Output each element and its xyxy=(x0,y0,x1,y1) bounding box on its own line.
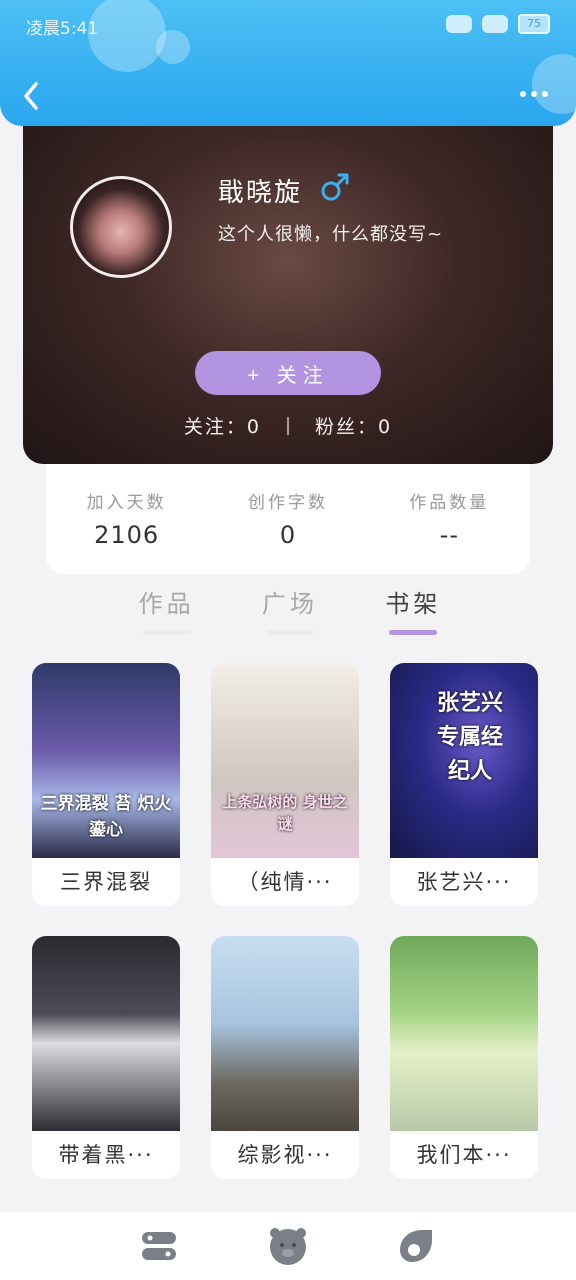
profile-name: 戢晓旋 xyxy=(218,178,303,208)
book-card[interactable]: 带着黑··· xyxy=(32,936,180,1179)
book-title: 张艺兴··· xyxy=(416,870,512,894)
header: 凌晨5:41 75 xyxy=(0,0,576,126)
fans-count[interactable]: 粉丝：0 xyxy=(315,412,392,439)
book-title: 综影视··· xyxy=(237,1143,333,1167)
nav-home[interactable] xyxy=(138,1224,182,1268)
decor-bubble xyxy=(156,30,190,64)
male-icon xyxy=(321,173,349,201)
bottom-nav xyxy=(0,1212,576,1280)
book-card[interactable]: 三界混裂 苔 炽火鎏心 三界混裂 xyxy=(32,663,180,906)
info-value: -- xyxy=(439,521,459,549)
book-cover: 张艺兴 专属经纪人 xyxy=(390,663,538,858)
follow-stats: 关注：0 粉丝：0 xyxy=(23,412,553,439)
divider xyxy=(287,416,289,435)
dot-icon xyxy=(542,91,548,97)
tab-bookshelf[interactable]: 书架 xyxy=(352,584,475,640)
info-label: 作品数量 xyxy=(409,493,490,513)
nav-bear[interactable] xyxy=(266,1224,310,1268)
follow-button[interactable]: + 关注 xyxy=(195,351,381,395)
info-label: 创作字数 xyxy=(247,493,328,513)
book-title: 我们本··· xyxy=(416,1143,512,1167)
back-button[interactable] xyxy=(20,80,44,112)
status-icons: 75 xyxy=(446,14,550,34)
info-value: 2106 xyxy=(94,521,160,549)
book-card[interactable]: 综影视··· xyxy=(211,936,359,1179)
wifi-icon xyxy=(482,15,508,33)
nav-discover[interactable] xyxy=(394,1224,438,1268)
book-cover: 三界混裂 苔 炽火鎏心 xyxy=(32,663,180,858)
home-icon xyxy=(142,1232,176,1260)
info-works-count: 作品数量 -- xyxy=(369,464,530,574)
book-title: 三界混裂 xyxy=(60,870,152,894)
tab-indicator xyxy=(389,630,438,635)
cover-title: 三界混裂 苔 炽火鎏心 xyxy=(40,794,172,840)
book-cover xyxy=(32,936,180,1131)
bookshelf-grid: 三界混裂 苔 炽火鎏心 三界混裂 上条弘树的 身世之谜 （纯情··· 张艺兴 专… xyxy=(32,663,540,1179)
discover-icon xyxy=(400,1230,432,1262)
tab-indicator xyxy=(265,630,314,635)
book-card[interactable]: 上条弘树的 身世之谜 （纯情··· xyxy=(211,663,359,906)
tab-label: 作品 xyxy=(138,590,195,618)
book-title: （纯情··· xyxy=(237,870,333,894)
avatar[interactable] xyxy=(70,176,172,278)
info-value: 0 xyxy=(279,521,297,549)
following-count[interactable]: 关注：0 xyxy=(184,412,261,439)
cover-title: 张艺兴 专属经纪人 xyxy=(436,691,503,784)
book-cover xyxy=(390,936,538,1131)
status-time: 凌晨5:41 xyxy=(26,19,99,39)
follow-button-label: + 关注 xyxy=(247,364,329,387)
book-card[interactable]: 张艺兴 专属经纪人 张艺兴··· xyxy=(390,663,538,906)
tab-square[interactable]: 广场 xyxy=(228,584,351,640)
book-title: 带着黑··· xyxy=(58,1143,154,1167)
decor-bubble xyxy=(88,0,166,72)
chevron-left-icon xyxy=(24,82,38,110)
signal-icon xyxy=(446,15,472,33)
tab-indicator xyxy=(142,630,191,635)
info-word-count: 创作字数 0 xyxy=(207,464,368,574)
tab-works[interactable]: 作品 xyxy=(105,584,228,640)
book-cover: 上条弘树的 身世之谜 xyxy=(211,663,359,858)
more-button[interactable] xyxy=(514,80,554,108)
info-card: 加入天数 2106 创作字数 0 作品数量 -- xyxy=(46,464,530,574)
dot-icon xyxy=(531,91,537,97)
tab-label: 广场 xyxy=(261,590,318,618)
tab-label: 书架 xyxy=(385,590,442,618)
dot-icon xyxy=(520,91,526,97)
book-card[interactable]: 我们本··· xyxy=(390,936,538,1179)
profile-card: 戢晓旋 这个人很懒，什么都没写~ + 关注 关注：0 粉丝：0 xyxy=(23,126,553,464)
tab-bar: 作品 广场 书架 xyxy=(105,584,475,640)
cover-title: 上条弘树的 身世之谜 xyxy=(222,793,348,833)
info-join-days: 加入天数 2106 xyxy=(46,464,207,574)
battery-icon: 75 xyxy=(518,14,550,34)
info-label: 加入天数 xyxy=(86,493,167,513)
profile-bio: 这个人很懒，什么都没写~ xyxy=(218,224,444,245)
bear-face-icon xyxy=(270,1228,306,1265)
book-cover xyxy=(211,936,359,1131)
